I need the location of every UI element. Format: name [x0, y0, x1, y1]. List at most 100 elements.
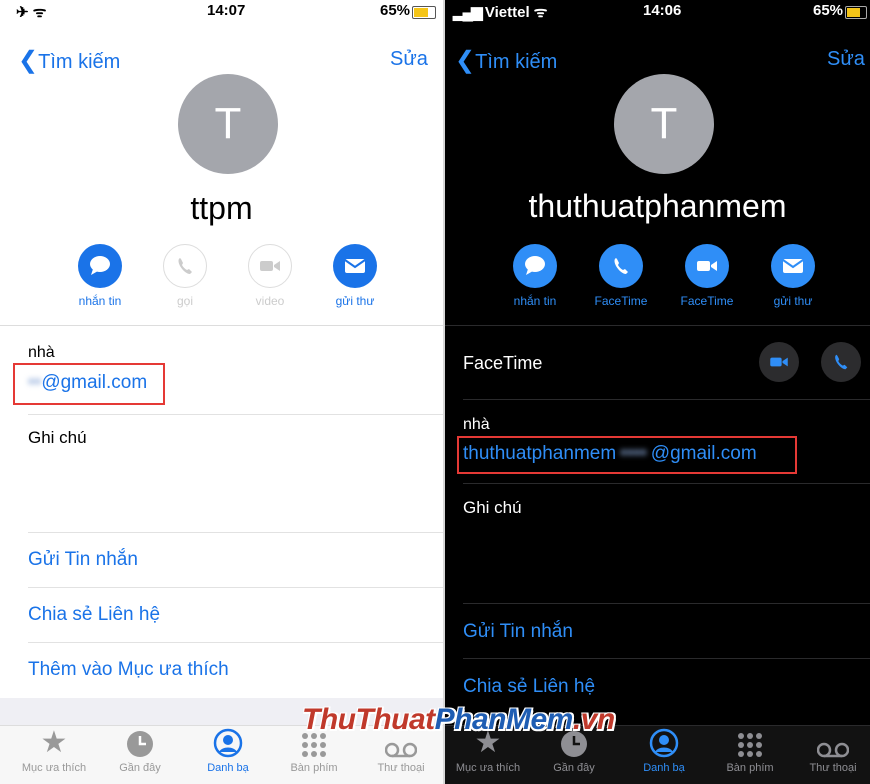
video-label: video — [255, 294, 285, 308]
airplane-wifi-icons: ✈ ᯤ — [16, 4, 47, 21]
divider — [463, 399, 870, 400]
contact-name: ttpm — [190, 190, 253, 226]
keypad-icon — [707, 726, 793, 758]
divider — [0, 325, 443, 326]
share-contact-link[interactable]: Chia sẻ Liên hệ — [463, 676, 595, 698]
watermark-logo: ThuThuatPhanMem.vn — [302, 703, 615, 737]
call-label: gọi — [176, 294, 193, 308]
dark-mode-screen: ▂▄▆ Viettel ᯤ 14:06 65% ❮Tìm kiếm Sửa T … — [443, 0, 870, 784]
phone-icon — [599, 244, 643, 288]
status-time: 14:06 — [643, 2, 682, 19]
back-label: Tìm kiếm — [475, 51, 558, 73]
watermark-part2: PhanMem — [434, 703, 574, 736]
facetime-audio-label: FaceTime — [594, 294, 648, 308]
highlight-box — [13, 363, 165, 405]
video-icon — [770, 357, 788, 367]
tab-label: Thư thoại — [377, 762, 425, 774]
tab-label: Mục ưa thích — [21, 762, 87, 774]
back-label: Tìm kiếm — [38, 51, 121, 73]
divider — [28, 642, 443, 643]
facetime-video-action[interactable]: FaceTime — [664, 244, 750, 308]
facetime-audio-action[interactable]: FaceTime — [578, 244, 664, 308]
notes-label: Ghi chú — [28, 428, 87, 447]
phone-icon — [835, 354, 848, 370]
tab-label: Danh bạ — [643, 762, 685, 774]
tab-voicemail[interactable]: Thư thoại — [790, 726, 870, 774]
battery-icon — [412, 6, 436, 19]
message-icon — [513, 244, 557, 288]
chevron-left-icon: ❮ — [455, 47, 476, 74]
email-label: nhà — [463, 416, 490, 433]
notes-label: Ghi chú — [463, 498, 522, 517]
message-label: nhắn tin — [513, 294, 557, 308]
divider — [463, 603, 870, 604]
avatar-initial: T — [650, 99, 678, 148]
tab-label: Mục ưa thích — [455, 762, 521, 774]
battery-percent: 65% — [380, 2, 411, 19]
status-time: 14:07 — [207, 2, 246, 19]
share-contact-link[interactable]: Chia sẻ Liên hệ — [28, 604, 160, 626]
chevron-left-icon: ❮ — [18, 47, 39, 74]
divider — [28, 587, 443, 588]
highlight-box — [457, 436, 797, 474]
video-icon — [248, 244, 292, 288]
email-label: nhà — [28, 344, 55, 361]
wifi-icon: ᯤ — [533, 4, 548, 21]
phone-icon — [163, 244, 207, 288]
tab-label: Thư thoại — [809, 762, 857, 774]
message-action[interactable]: nhắn tin — [57, 244, 143, 308]
divider — [445, 325, 870, 326]
mail-label: gửi thư — [773, 294, 813, 308]
divider — [28, 532, 443, 533]
person-circle-icon — [621, 726, 707, 758]
clock-icon — [97, 726, 183, 758]
tab-label: Bàn phím — [726, 762, 774, 774]
watermark-part1: ThuThuat — [302, 703, 435, 736]
mail-action[interactable]: gửi thư — [750, 244, 836, 308]
person-circle-icon — [185, 726, 271, 758]
battery-percent: 65% — [813, 2, 844, 19]
message-action[interactable]: nhắn tin — [492, 244, 578, 308]
mail-icon — [333, 244, 377, 288]
mail-icon — [771, 244, 815, 288]
mail-label: gửi thư — [335, 294, 375, 308]
voicemail-icon — [790, 726, 870, 758]
star-icon: ★ — [40, 726, 68, 759]
tab-contacts[interactable]: Danh bạ — [185, 726, 271, 774]
avatar: T — [614, 74, 714, 174]
message-icon — [78, 244, 122, 288]
add-favorite-link[interactable]: Thêm vào Mục ưa thích — [28, 659, 229, 681]
contact-name: thuthuatphanmem — [528, 188, 787, 224]
edit-button[interactable]: Sửa — [827, 48, 865, 71]
edit-button[interactable]: Sửa — [390, 48, 428, 71]
tab-favorites[interactable]: ★ Mục ưa thích — [11, 726, 97, 775]
send-message-link[interactable]: Gửi Tin nhắn — [28, 549, 138, 571]
watermark-part3: .vn — [572, 703, 615, 736]
video-icon — [685, 244, 729, 288]
mail-action[interactable]: gửi thư — [312, 244, 398, 308]
send-message-link[interactable]: Gửi Tin nhắn — [463, 621, 573, 643]
tab-label: Bàn phím — [290, 762, 338, 774]
avatar-initial: T — [214, 99, 242, 148]
facetime-audio-button[interactable] — [821, 342, 861, 382]
signal-icon: ▂▄▆ — [453, 4, 483, 21]
battery-icon — [845, 6, 867, 19]
back-button[interactable]: ❮Tìm kiếm — [18, 46, 120, 75]
avatar: T — [178, 74, 278, 174]
tab-label: Gần đây — [119, 762, 161, 774]
tab-contacts[interactable]: Danh bạ — [621, 726, 707, 774]
tab-keypad[interactable]: Bàn phím — [707, 726, 793, 774]
divider — [463, 658, 870, 659]
carrier-name: Viettel — [484, 4, 530, 21]
back-button[interactable]: ❮Tìm kiếm — [455, 46, 557, 75]
facetime-video-label: FaceTime — [680, 294, 734, 308]
divider — [28, 414, 443, 415]
video-action: video — [227, 244, 313, 308]
light-mode-screen: ✈ ᯤ 14:07 65% ❮Tìm kiếm Sửa T ttpm nhắn … — [0, 0, 443, 784]
divider — [463, 483, 870, 484]
carrier: ▂▄▆ Viettel ᯤ — [453, 2, 548, 22]
facetime-video-button[interactable] — [759, 342, 799, 382]
call-action: gọi — [142, 244, 228, 308]
tab-recents[interactable]: Gần đây — [97, 726, 183, 774]
tab-label: Danh bạ — [207, 762, 249, 774]
